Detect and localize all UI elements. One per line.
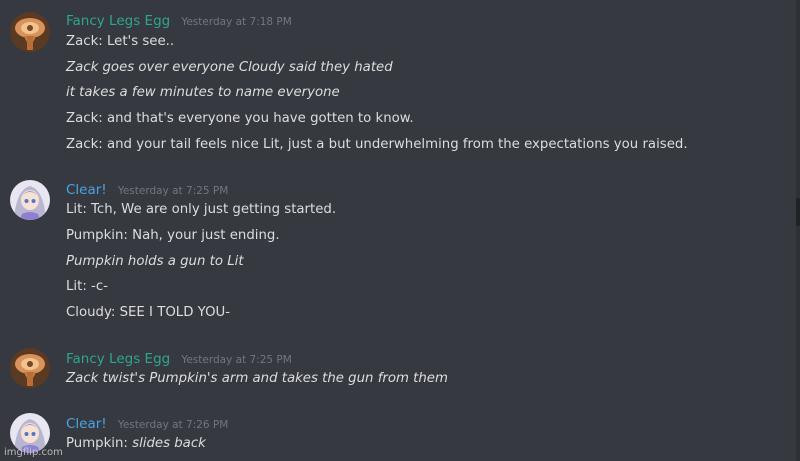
- username[interactable]: Clear!: [66, 182, 107, 198]
- egg-avatar-icon[interactable]: [10, 348, 50, 388]
- timestamp[interactable]: Yesterday at 7:25 PM: [181, 354, 292, 366]
- username[interactable]: Fancy Legs Egg: [66, 13, 170, 29]
- username[interactable]: Fancy Legs Egg: [66, 351, 170, 367]
- message-line: Lit: -c-: [66, 279, 108, 294]
- scrollbar-track[interactable]: [796, 0, 800, 461]
- timestamp[interactable]: Yesterday at 7:25 PM: [118, 185, 229, 197]
- username[interactable]: Clear!: [66, 416, 107, 432]
- message-line: Zack goes over everyone Cloudy said they…: [66, 60, 393, 75]
- message-line: Zack: and that's everyone you have gotte…: [66, 111, 414, 126]
- message-header: Clear! Yesterday at 7:26 PM: [66, 413, 229, 432]
- message-line: it takes a few minutes to name everyone: [66, 85, 340, 100]
- message-line: Pumpkin: Nah, your just ending.: [66, 228, 280, 243]
- timestamp[interactable]: Yesterday at 7:26 PM: [118, 419, 229, 431]
- watermark-text: imgflip.com: [4, 447, 63, 458]
- message-action-text: slides back: [132, 436, 206, 451]
- chat-message-list: Fancy Legs Egg Yesterday at 7:18 PM Zack…: [0, 0, 796, 461]
- message-line: Zack twist's Pumpkin's arm and takes the…: [66, 371, 448, 386]
- message-header: Fancy Legs Egg Yesterday at 7:25 PM: [66, 348, 292, 367]
- message-prefix: Pumpkin:: [66, 436, 133, 451]
- anime-girl-avatar-icon[interactable]: [10, 180, 50, 220]
- message-line: Pumpkin holds a gun to Lit: [66, 254, 244, 269]
- message-line: Zack: Let's see..: [66, 34, 175, 49]
- timestamp[interactable]: Yesterday at 7:18 PM: [181, 16, 292, 28]
- message-line: Zack: and your tail feels nice Lit, just…: [66, 137, 688, 152]
- scrollbar-thumb[interactable]: [796, 198, 800, 226]
- message-header: Clear! Yesterday at 7:25 PM: [66, 179, 229, 198]
- egg-avatar-icon[interactable]: [10, 12, 50, 52]
- message-header: Fancy Legs Egg Yesterday at 7:18 PM: [66, 10, 292, 29]
- message-line: Lit: Tch, We are only just getting start…: [66, 202, 337, 217]
- message-line: Pumpkin: slides back: [66, 435, 206, 453]
- message-line: Cloudy: SEE I TOLD YOU-: [66, 305, 231, 320]
